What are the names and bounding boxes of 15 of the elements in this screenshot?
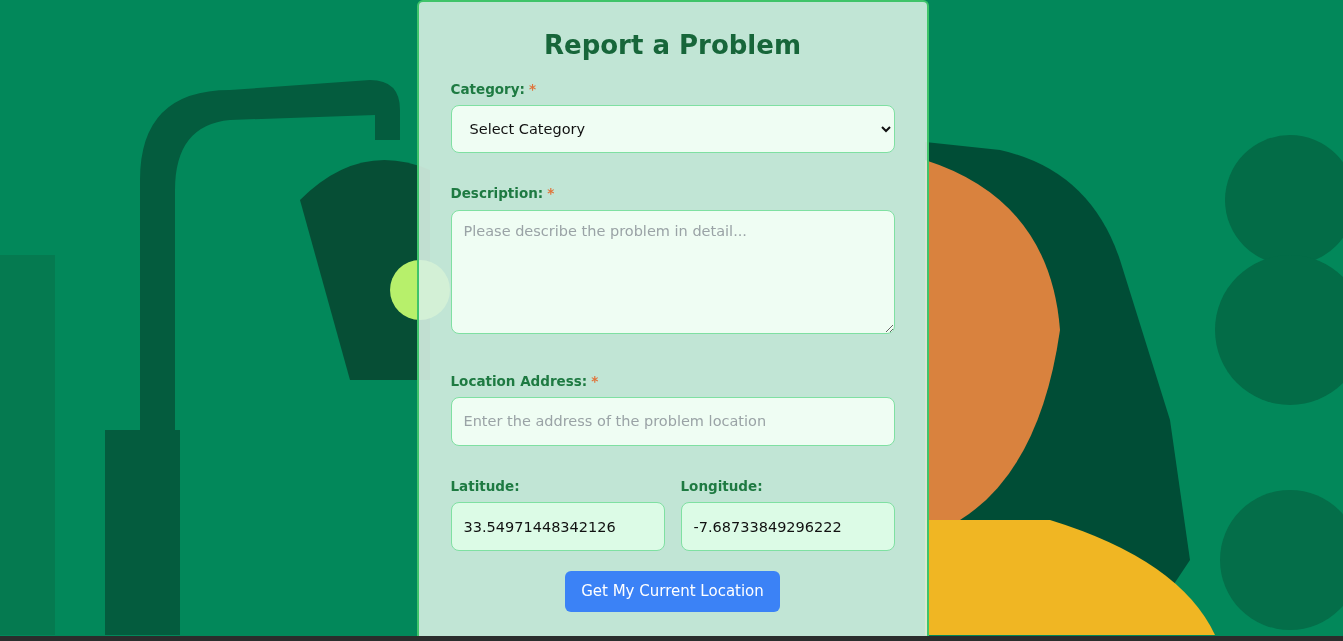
form-title: Report a Problem [543,30,802,62]
required-asterisk: * [547,185,555,202]
field-label: Longitude: [680,477,763,494]
field-label: Latitude: [450,477,520,494]
coordinate-field[interactable]: -7.68733849296222 [680,502,895,552]
description-field[interactable]: Please describe the problem in detail... [450,209,895,334]
field-label: Location Address: [450,372,588,389]
field-label: Category: [450,81,525,98]
get-location-button[interactable]: Get My Current Location [565,571,780,612]
field-label: Description: [450,185,544,202]
required-asterisk: * [528,81,536,98]
address-field[interactable]: Enter the address of the problem location [450,396,895,446]
required-asterisk: * [591,372,599,389]
coordinate-field[interactable]: 33.54971448342126 [450,502,665,552]
category-select[interactable]: Select Category [450,105,895,154]
